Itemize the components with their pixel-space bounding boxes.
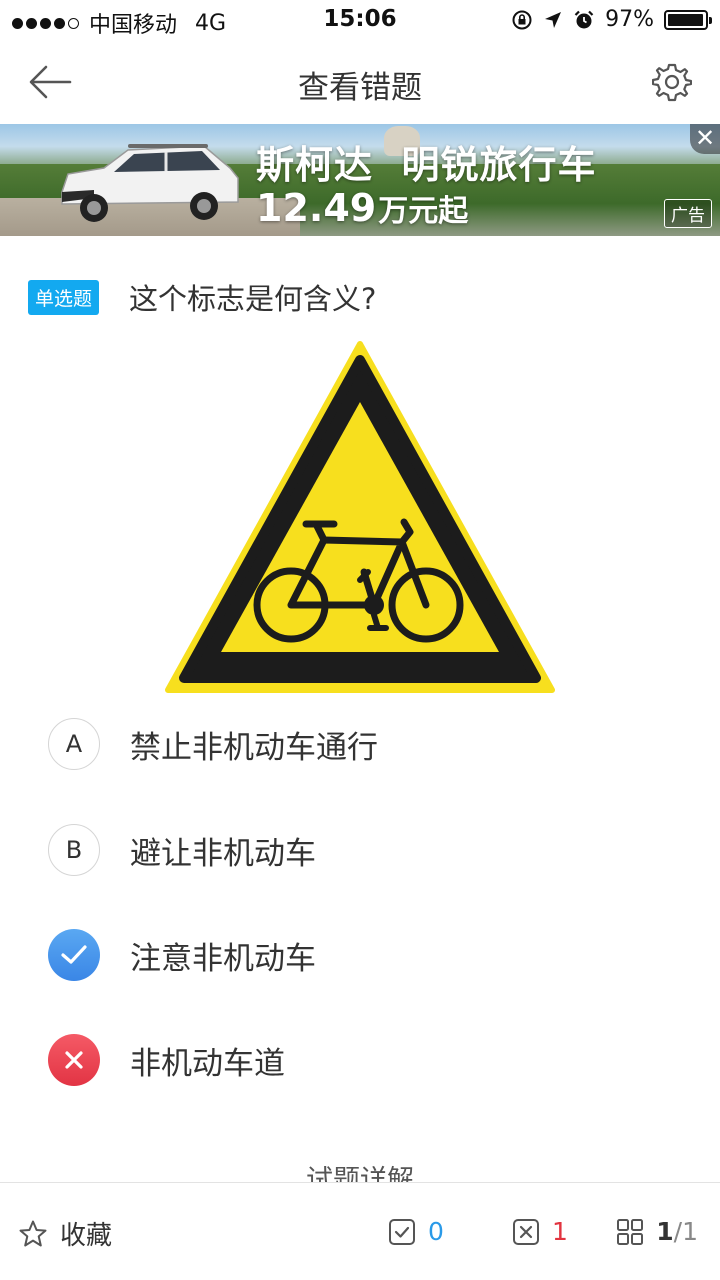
question-grid-button[interactable]: 1 /1	[616, 1217, 698, 1246]
bicycle-warning-sign-image	[165, 341, 555, 693]
current-question-number: 1	[656, 1217, 674, 1246]
rotation-lock-icon	[512, 10, 532, 29]
wrong-count-value: 1	[552, 1217, 568, 1246]
alarm-clock-icon	[574, 10, 594, 28]
ad-banner[interactable]: 斯柯达 明锐旅行车 12.49 万元起 ✕ 广告	[0, 124, 720, 236]
status-left: 中国移动 4G	[12, 7, 226, 39]
option-a-text: 禁止非机动车通行	[130, 729, 378, 766]
favorite-button[interactable]: 收藏	[18, 1215, 112, 1252]
status-right: 97%	[511, 7, 712, 32]
total-question-count: /1	[673, 1217, 698, 1246]
signal-strength-icon	[12, 17, 79, 29]
page-title: 查看错题	[298, 70, 422, 106]
option-b[interactable]: B 避让非机动车	[48, 820, 688, 880]
settings-button[interactable]	[651, 62, 693, 102]
correct-count-value: 0	[428, 1217, 444, 1246]
option-b-letter-circle: B	[48, 824, 100, 876]
option-d[interactable]: 非机动车道	[48, 1030, 688, 1090]
correct-count[interactable]: 0	[388, 1217, 444, 1246]
star-icon	[19, 1220, 47, 1246]
wrong-count[interactable]: 1	[512, 1217, 568, 1246]
option-c-text: 注意非机动车	[130, 940, 316, 977]
grid-icon	[617, 1218, 644, 1245]
question-header: 单选题 这个标志是何含义?	[28, 276, 376, 318]
nav-bar: 查看错题	[0, 40, 720, 124]
location-arrow-icon	[545, 11, 562, 28]
status-bar: 中国移动 4G 15:06 97%	[0, 0, 720, 40]
option-b-text: 避让非机动车	[130, 835, 316, 872]
checkbox-cross-icon	[513, 1218, 539, 1245]
correct-checkmark-icon	[48, 929, 100, 981]
checkbox-checked-icon	[389, 1218, 415, 1245]
question-text: 这个标志是何含义?	[129, 282, 377, 316]
ad-price-number: 12.49	[256, 186, 377, 230]
network-type: 4G	[195, 10, 227, 36]
ad-label: 广告	[664, 199, 712, 228]
bottom-toolbar: 收藏 0 1 1 /1	[0, 1182, 720, 1280]
battery-icon	[664, 9, 712, 30]
back-button[interactable]	[24, 60, 74, 104]
car-image	[61, 144, 239, 222]
ad-price-suffix: 万元起	[378, 194, 469, 229]
ad-close-button[interactable]: ✕	[690, 124, 720, 154]
wrong-cross-icon	[48, 1034, 100, 1086]
question-type-badge: 单选题	[28, 279, 100, 315]
battery-percent: 97%	[605, 7, 654, 32]
back-arrow-icon	[29, 65, 72, 99]
option-c[interactable]: 注意非机动车	[48, 925, 688, 985]
option-a-letter-circle: A	[48, 718, 100, 770]
ad-price: 12.49 万元起	[256, 186, 468, 230]
option-d-text: 非机动车道	[130, 1045, 285, 1082]
gear-icon	[651, 63, 693, 102]
option-a[interactable]: A 禁止非机动车通行	[48, 714, 688, 774]
ad-headline: 斯柯达 明锐旅行车	[256, 143, 597, 187]
favorite-label: 收藏	[60, 1221, 113, 1251]
battery-fill	[668, 13, 703, 26]
carrier-name: 中国移动	[89, 13, 178, 38]
